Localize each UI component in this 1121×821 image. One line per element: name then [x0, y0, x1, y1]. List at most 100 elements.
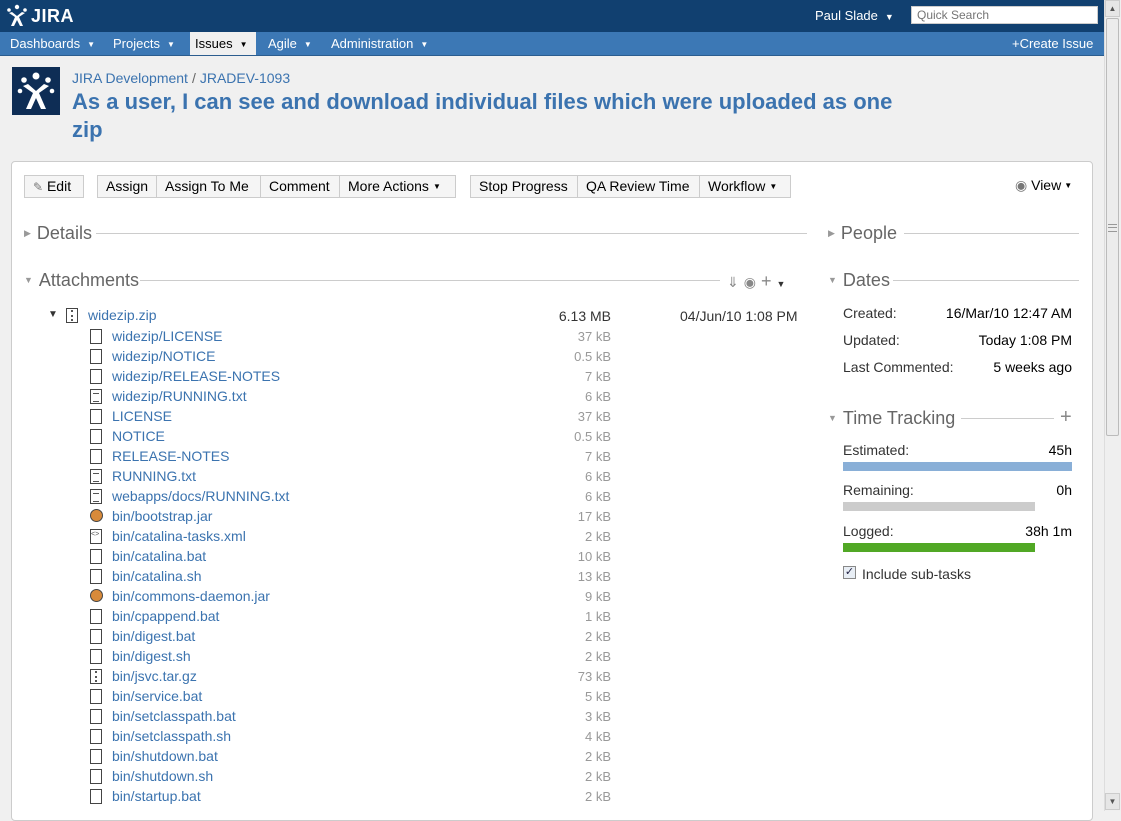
file-size: 6 kB — [584, 389, 611, 404]
logged-bar — [843, 543, 1035, 552]
generic-file-icon — [90, 649, 102, 664]
view-button[interactable]: ◉ View ▼ — [1015, 177, 1072, 194]
chevron-down-icon: ▼ — [1064, 181, 1073, 190]
chevron-down-icon[interactable]: ▼ — [776, 279, 785, 289]
time-tracking-module-toggle[interactable]: ▼ Time Tracking — [828, 408, 955, 429]
file-size: 10 kB — [577, 549, 611, 564]
estimated-label: Estimated: — [843, 442, 910, 458]
workflow-button[interactable]: Workflow ▼ — [699, 175, 791, 198]
file-size: 6 kB — [584, 469, 611, 484]
text-file-icon — [90, 389, 102, 404]
file-size: 2 kB — [584, 649, 611, 664]
file-link[interactable]: bin/jsvc.tar.gz — [112, 668, 197, 684]
scroll-up-arrow-icon[interactable]: ▲ — [1105, 0, 1120, 17]
create-issue-label: Create Issue — [1019, 36, 1094, 51]
file-size: 9 kB — [584, 589, 611, 604]
chevron-down-icon: ▼ — [166, 40, 175, 49]
file-link[interactable]: bin/bootstrap.jar — [112, 508, 212, 524]
file-link[interactable]: RELEASE-NOTES — [112, 448, 229, 464]
file-link[interactable]: bin/service.bat — [112, 688, 202, 704]
file-link[interactable]: RUNNING.txt — [112, 468, 196, 484]
qa-review-time-button[interactable]: QA Review Time — [577, 175, 700, 198]
nav-agile[interactable]: Agile ▼ — [258, 32, 321, 55]
scroll-down-arrow-icon[interactable]: ▼ — [1105, 793, 1120, 810]
file-link[interactable]: widezip/RUNNING.txt — [112, 388, 247, 404]
breadcrumb: JIRA Development / JRADEV-1093 — [72, 70, 290, 86]
breadcrumb-project-link[interactable]: JIRA Development — [72, 70, 188, 86]
nav-dashboards[interactable]: Dashboards ▼ — [0, 32, 102, 55]
file-size: 6 kB — [584, 489, 611, 504]
file-link[interactable]: webapps/docs/RUNNING.txt — [112, 488, 289, 504]
dates-module-toggle[interactable]: ▼ Dates — [828, 270, 890, 291]
generic-file-icon — [90, 329, 102, 344]
details-module-toggle[interactable]: ▶ Details — [24, 223, 92, 244]
edit-button[interactable]: ✎ Edit — [24, 175, 84, 198]
file-link[interactable]: bin/digest.sh — [112, 648, 191, 664]
generic-file-icon — [90, 449, 102, 464]
project-avatar[interactable] — [12, 67, 60, 115]
nav-label: Administration — [331, 36, 414, 51]
file-link[interactable]: widezip/NOTICE — [112, 348, 215, 364]
nav-administration[interactable]: Administration ▼ — [321, 32, 441, 55]
archive-file-icon — [90, 669, 102, 684]
jar-file-icon — [90, 509, 103, 522]
attachments-module-toggle[interactable]: ▼ Attachments — [24, 270, 139, 291]
file-link[interactable]: widezip/RELEASE-NOTES — [112, 368, 280, 384]
file-link[interactable]: NOTICE — [112, 428, 165, 444]
collapse-triangle-icon[interactable]: ▼ — [48, 309, 58, 320]
file-link[interactable]: bin/commons-daemon.jar — [112, 588, 270, 604]
nav-issues[interactable]: Issues ▼ — [190, 32, 256, 55]
download-icon[interactable]: ⇓ — [727, 274, 739, 290]
people-module-toggle[interactable]: ▶ People — [828, 223, 897, 244]
file-link[interactable]: bin/startup.bat — [112, 788, 201, 804]
file-link[interactable]: bin/shutdown.sh — [112, 768, 213, 784]
project-avatar-icon — [17, 72, 55, 109]
file-size: 0.5 kB — [574, 429, 611, 444]
generic-file-icon — [90, 429, 102, 444]
file-link[interactable]: bin/setclasspath.sh — [112, 728, 231, 744]
quick-search-input[interactable] — [911, 6, 1098, 24]
stop-progress-button[interactable]: Stop Progress — [470, 175, 578, 198]
issue-summary-title: As a user, I can see and download indivi… — [72, 89, 893, 142]
plus-icon[interactable]: + — [761, 271, 772, 291]
comment-button[interactable]: Comment — [260, 175, 340, 198]
eye-icon[interactable]: ◉ — [744, 274, 756, 290]
nav-projects[interactable]: Projects ▼ — [103, 32, 188, 55]
create-issue-button[interactable]: +Create Issue — [1012, 32, 1093, 55]
estimated-value: 45h — [1048, 442, 1072, 458]
user-menu[interactable]: Paul Slade ▼ — [815, 8, 894, 23]
more-actions-button[interactable]: More Actions ▼ — [339, 175, 456, 198]
file-link[interactable]: bin/cpappend.bat — [112, 608, 219, 624]
generic-file-icon — [90, 569, 102, 584]
file-link[interactable]: bin/catalina.bat — [112, 548, 206, 564]
file-link[interactable]: bin/digest.bat — [112, 628, 195, 644]
add-time-plus-icon[interactable]: + — [1060, 406, 1072, 429]
chevron-down-icon: ▼ — [303, 40, 312, 49]
jira-logo[interactable]: JIRA — [5, 3, 74, 29]
assign-button[interactable]: Assign — [97, 175, 157, 198]
breadcrumb-issue-key-link[interactable]: JRADEV-1093 — [200, 70, 290, 86]
xml-file-icon — [90, 529, 102, 544]
created-value: 16/Mar/10 12:47 AM — [945, 305, 1072, 321]
divider — [140, 280, 720, 281]
assign-to-me-button[interactable]: Assign To Me — [156, 175, 261, 198]
file-link[interactable]: bin/catalina.sh — [112, 568, 202, 584]
logged-value: 38h 1m — [1025, 523, 1072, 539]
chevron-down-icon: ▼ — [769, 182, 778, 191]
chevron-right-icon: ▶ — [828, 228, 835, 238]
main-nav: Dashboards ▼ Projects ▼ Issues ▼ Agile ▼ Adm… — [0, 32, 1104, 56]
file-size: 13 kB — [577, 569, 611, 584]
include-subtasks-checkbox[interactable]: ✓ — [843, 566, 856, 579]
top-header: JIRA Paul Slade ▼ — [0, 0, 1104, 32]
workflow-label: Workflow — [708, 178, 766, 194]
chevron-down-icon: ▼ — [420, 40, 429, 49]
nav-label: Agile — [268, 36, 297, 51]
zip-file-link[interactable]: widezip.zip — [88, 307, 156, 323]
file-link[interactable]: LICENSE — [112, 408, 172, 424]
file-link[interactable]: bin/catalina-tasks.xml — [112, 528, 246, 544]
file-link[interactable]: bin/setclasspath.bat — [112, 708, 236, 724]
file-size: 7 kB — [584, 369, 611, 384]
file-link[interactable]: widezip/LICENSE — [112, 328, 223, 344]
file-link[interactable]: bin/shutdown.bat — [112, 748, 218, 764]
chevron-down-icon: ▼ — [87, 40, 96, 49]
